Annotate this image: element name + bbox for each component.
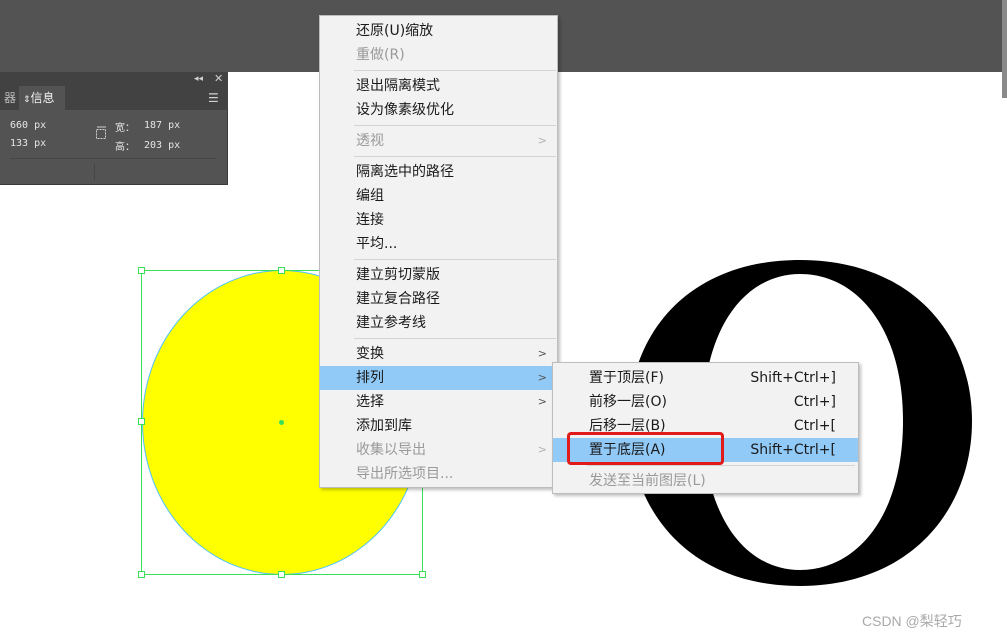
submenu-item-label: 置于顶层(F) xyxy=(589,370,664,386)
shortcut-label: Shift+Ctrl+] xyxy=(750,370,836,386)
panel-titlebar: ◂◂ ✕ xyxy=(0,72,228,86)
submenu-item-label: 前移一层(O) xyxy=(589,394,667,410)
highlight-annotation-box xyxy=(567,432,724,465)
menu-item-label: 建立复合路径 xyxy=(356,291,440,307)
menu-item-label: 退出隔离模式 xyxy=(356,78,440,94)
menu-item-pixel-optimize[interactable]: 设为像素级优化 xyxy=(320,98,557,122)
tab-info-label: 信息 xyxy=(30,91,55,105)
menu-item-label: 添加到库 xyxy=(356,418,412,434)
menu-item-compound-path[interactable]: 建立复合路径 xyxy=(320,287,557,311)
submenu-item-bring-to-front[interactable]: 置于顶层(F) Shift+Ctrl+] xyxy=(553,366,858,390)
chevron-right-icon: > xyxy=(537,134,547,147)
menu-item-label: 建立参考线 xyxy=(356,315,426,331)
menu-item-arrange[interactable]: 排列 > xyxy=(320,366,557,390)
menu-item-export-selection[interactable]: 导出所选项目... xyxy=(320,462,557,486)
handle-bottom-right[interactable] xyxy=(419,571,426,578)
submenu-item-send-to-current-layer[interactable]: 发送至当前图层(L) xyxy=(553,469,858,493)
handle-top-middle[interactable] xyxy=(278,267,285,274)
menu-separator xyxy=(354,70,556,71)
menu-item-label: 选择 xyxy=(356,394,384,410)
center-point xyxy=(279,420,284,425)
menu-item-exit-isolation[interactable]: 退出隔离模式 xyxy=(320,74,557,98)
x-value: 660 px xyxy=(10,120,47,131)
context-menu: 还原(U)缩放 重做(R) 退出隔离模式 设为像素级优化 透视 > 隔离选中的路径… xyxy=(319,15,558,488)
handle-bottom-left[interactable] xyxy=(138,571,145,578)
menu-item-select[interactable]: 选择 > xyxy=(320,390,557,414)
menu-item-undo-zoom[interactable]: 还原(U)缩放 xyxy=(320,19,557,43)
collapse-panel-icon[interactable]: ◂◂ xyxy=(194,72,203,86)
menu-separator xyxy=(354,156,556,157)
handle-middle-left[interactable] xyxy=(138,418,145,425)
menu-item-label: 重做(R) xyxy=(356,47,405,63)
menu-item-label: 收集以导出 xyxy=(356,442,426,458)
shortcut-label: Shift+Ctrl+[ xyxy=(750,442,836,458)
menu-item-label: 连接 xyxy=(356,212,384,228)
menu-item-label: 建立剪切蒙版 xyxy=(356,267,440,283)
width-label: 宽： xyxy=(115,123,135,134)
info-panel: ◂◂ ✕ 器 ⇕信息 ☰ 660 px 133 px 宽： 187 px 高： … xyxy=(0,72,228,185)
menu-item-label: 还原(U)缩放 xyxy=(356,23,434,39)
submenu-item-label: 发送至当前图层(L) xyxy=(589,473,706,489)
menu-item-make-guides[interactable]: 建立参考线 xyxy=(320,311,557,335)
menu-item-redo[interactable]: 重做(R) xyxy=(320,43,557,67)
menu-item-average[interactable]: 平均... xyxy=(320,232,557,256)
vertical-scrollbar[interactable] xyxy=(1002,0,1007,98)
menu-separator xyxy=(587,465,855,466)
menu-item-join[interactable]: 连接 xyxy=(320,208,557,232)
width-value: 187 px xyxy=(144,120,181,131)
menu-item-label: 导出所选项目... xyxy=(356,466,454,482)
tab-previous[interactable]: 器 xyxy=(0,86,18,110)
menu-item-label: 编组 xyxy=(356,188,384,204)
menu-item-clipping-mask[interactable]: 建立剪切蒙版 xyxy=(320,263,557,287)
menu-separator xyxy=(354,259,556,260)
shortcut-label: Ctrl+] xyxy=(793,394,836,410)
menu-item-label: 透视 xyxy=(356,133,384,149)
menu-item-perspective[interactable]: 透视 > xyxy=(320,129,557,153)
menu-item-label: 隔离选中的路径 xyxy=(356,164,454,180)
menu-item-add-to-library[interactable]: 添加到库 xyxy=(320,414,557,438)
panel-menu-icon[interactable]: ☰ xyxy=(208,86,219,110)
menu-item-collect-for-export[interactable]: 收集以导出 > xyxy=(320,438,557,462)
watermark: CSDN @梨轻巧 xyxy=(862,613,962,629)
chevron-right-icon: > xyxy=(537,443,547,456)
chevron-right-icon: > xyxy=(537,371,547,384)
menu-item-isolate-path[interactable]: 隔离选中的路径 xyxy=(320,160,557,184)
menu-item-transform[interactable]: 变换 > xyxy=(320,342,557,366)
menu-item-label: 排列 xyxy=(356,370,384,386)
submenu-item-bring-forward[interactable]: 前移一层(O) Ctrl+] xyxy=(553,390,858,414)
menu-separator xyxy=(354,125,556,126)
menu-item-group[interactable]: 编组 xyxy=(320,184,557,208)
menu-item-label: 平均... xyxy=(356,236,398,252)
menu-item-label: 设为像素级优化 xyxy=(356,102,454,118)
height-label: 高： xyxy=(115,142,135,153)
handle-bottom-middle[interactable] xyxy=(278,571,285,578)
menu-separator xyxy=(354,338,556,339)
menu-item-label: 变换 xyxy=(356,346,384,362)
panel-tab-row: 器 ⇕信息 ☰ xyxy=(0,86,228,110)
chevron-right-icon: > xyxy=(537,347,547,360)
panel-divider-vertical xyxy=(94,164,95,180)
arrange-submenu: 置于顶层(F) Shift+Ctrl+] 前移一层(O) Ctrl+] 后移一层(B… xyxy=(552,362,859,494)
dimensions-icon xyxy=(96,126,106,139)
y-value: 133 px xyxy=(10,138,47,149)
chevron-right-icon: > xyxy=(537,395,547,408)
shortcut-label: Ctrl+[ xyxy=(793,418,836,434)
handle-top-left[interactable] xyxy=(138,267,145,274)
panel-divider xyxy=(10,158,216,159)
tab-toggle-icon: ⇕ xyxy=(23,95,31,105)
close-panel-icon[interactable]: ✕ xyxy=(214,72,223,86)
height-value: 203 px xyxy=(144,140,181,151)
tab-info[interactable]: ⇕信息 xyxy=(19,86,65,110)
